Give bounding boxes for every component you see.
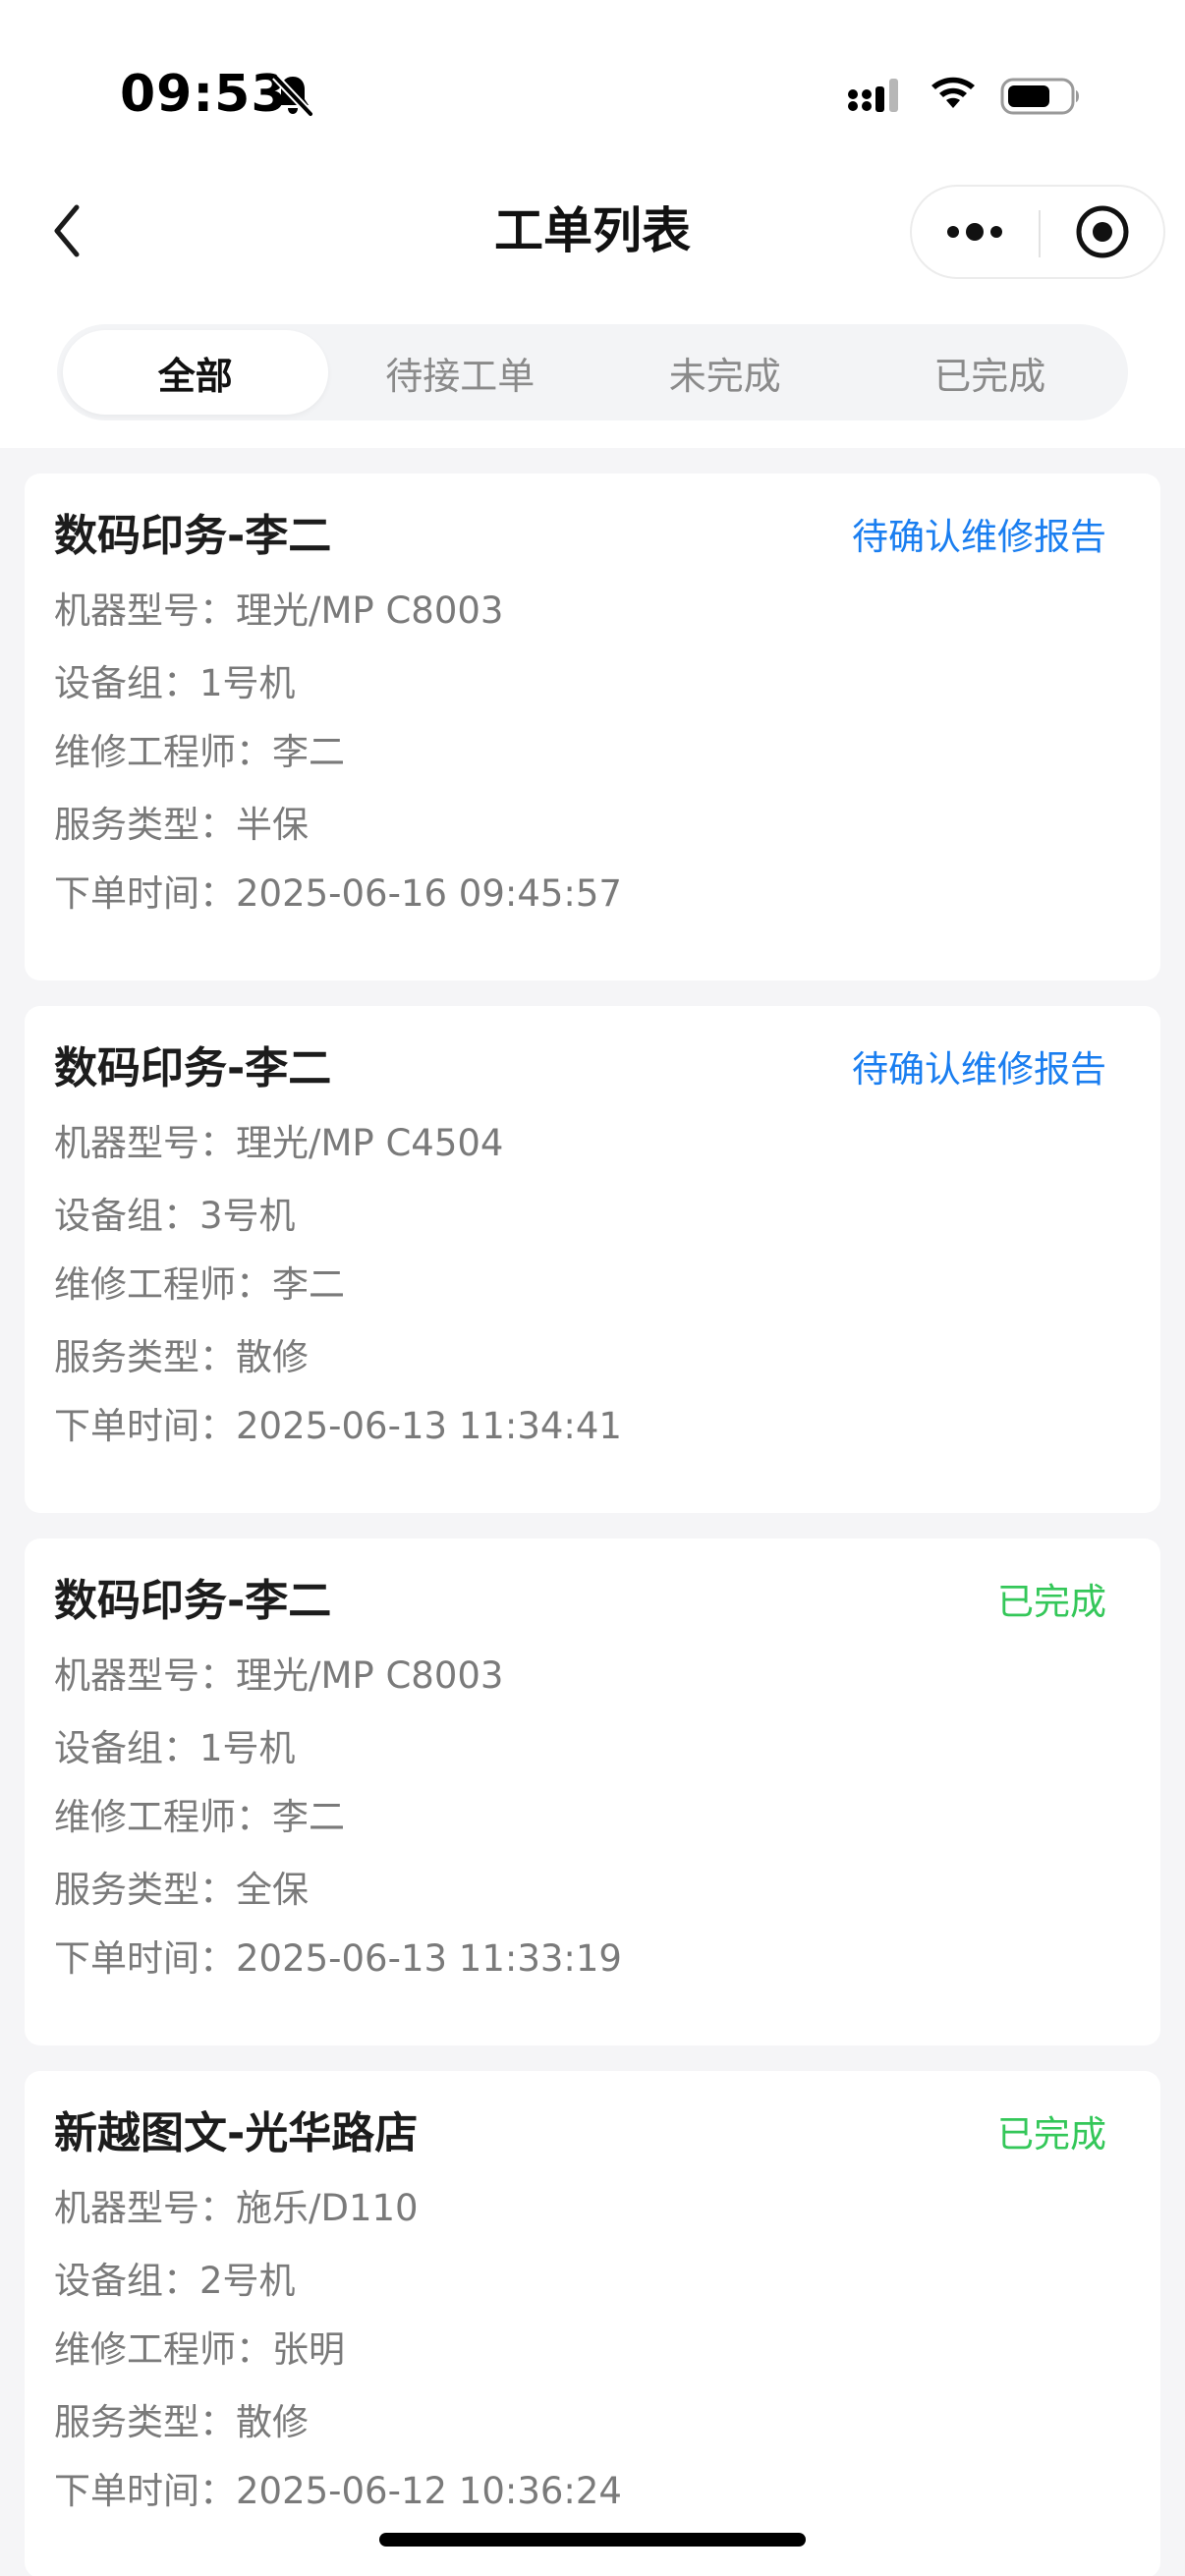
order-device-group: 设备组：3号机 <box>54 1195 296 1237</box>
order-engineer: 维修工程师：李二 <box>54 731 345 773</box>
order-service-type: 服务类型：全保 <box>54 1869 309 1911</box>
order-device-group: 设备组：1号机 <box>54 662 296 704</box>
capsule-divider <box>1039 210 1041 257</box>
order-status-badge: 待确认维修报告 <box>852 516 1106 558</box>
more-button[interactable] <box>912 187 1038 277</box>
mini-program-capsule <box>910 185 1165 279</box>
cellular-signal-icon <box>848 79 898 112</box>
order-machine-model: 机器型号：理光/MP C8003 <box>54 589 504 632</box>
work-order-list-page: 09:53 工单列表 全部 待接工单 未完成 已完成 数码印务-李二 待确认维修… <box>0 0 1185 2576</box>
order-engineer: 维修工程师：李二 <box>54 1263 345 1306</box>
status-time: 09:53 <box>120 65 288 124</box>
order-customer: 数码印务-李二 <box>54 1043 332 1093</box>
order-card[interactable]: 新越图文-光华路店 已完成 机器型号：施乐/D110 设备组：2号机 维修工程师… <box>25 2071 1160 2576</box>
tab-completed[interactable]: 已完成 <box>858 330 1123 415</box>
order-time: 下单时间：2025-06-13 11:33:19 <box>54 1937 622 1980</box>
order-machine-model: 机器型号：施乐/D110 <box>54 2187 419 2229</box>
order-machine-model: 机器型号：理光/MP C8003 <box>54 1654 504 1697</box>
order-machine-model: 机器型号：理光/MP C4504 <box>54 1122 504 1164</box>
order-device-group: 设备组：2号机 <box>54 2260 296 2302</box>
order-service-type: 服务类型：半保 <box>54 804 309 846</box>
battery-icon <box>1000 78 1079 115</box>
order-engineer: 维修工程师：张明 <box>54 2328 345 2371</box>
order-service-type: 服务类型：散修 <box>54 1336 309 1378</box>
wifi-icon <box>931 77 975 108</box>
order-status-badge: 待确认维修报告 <box>852 1048 1106 1091</box>
target-circle-icon <box>1076 205 1129 258</box>
order-device-group: 设备组：1号机 <box>54 1727 296 1769</box>
order-customer: 数码印务-李二 <box>54 1576 332 1626</box>
order-card[interactable]: 数码印务-李二 待确认维修报告 机器型号：理光/MP C4504 设备组：3号机… <box>25 1006 1160 1513</box>
status-bar: 09:53 <box>0 0 1185 177</box>
tab-pending-accept[interactable]: 待接工单 <box>328 330 593 415</box>
order-card[interactable]: 数码印务-李二 待确认维修报告 机器型号：理光/MP C8003 设备组：1号机… <box>25 474 1160 980</box>
order-time: 下单时间：2025-06-16 09:45:57 <box>54 872 622 915</box>
order-time: 下单时间：2025-06-12 10:36:24 <box>54 2470 622 2512</box>
header-area: 09:53 工单列表 全部 待接工单 未完成 已完成 <box>0 0 1185 448</box>
status-tabs: 全部 待接工单 未完成 已完成 <box>57 324 1128 420</box>
tab-all[interactable]: 全部 <box>63 330 328 415</box>
order-time: 下单时间：2025-06-13 11:34:41 <box>54 1405 622 1447</box>
tab-incomplete[interactable]: 未完成 <box>592 330 858 415</box>
order-engineer: 维修工程师：李二 <box>54 1796 345 1838</box>
order-status-badge: 已完成 <box>997 1581 1106 1623</box>
more-dots-icon <box>947 223 1002 241</box>
close-mini-program-button[interactable] <box>1042 187 1163 277</box>
order-status-badge: 已完成 <box>997 2113 1106 2156</box>
order-card[interactable]: 数码印务-李二 已完成 机器型号：理光/MP C8003 设备组：1号机 维修工… <box>25 1539 1160 2045</box>
bell-slash-icon <box>272 74 313 117</box>
home-indicator[interactable] <box>379 2533 806 2547</box>
order-customer: 数码印务-李二 <box>54 511 332 561</box>
order-customer: 新越图文-光华路店 <box>54 2108 419 2158</box>
order-service-type: 服务类型：散修 <box>54 2401 309 2443</box>
